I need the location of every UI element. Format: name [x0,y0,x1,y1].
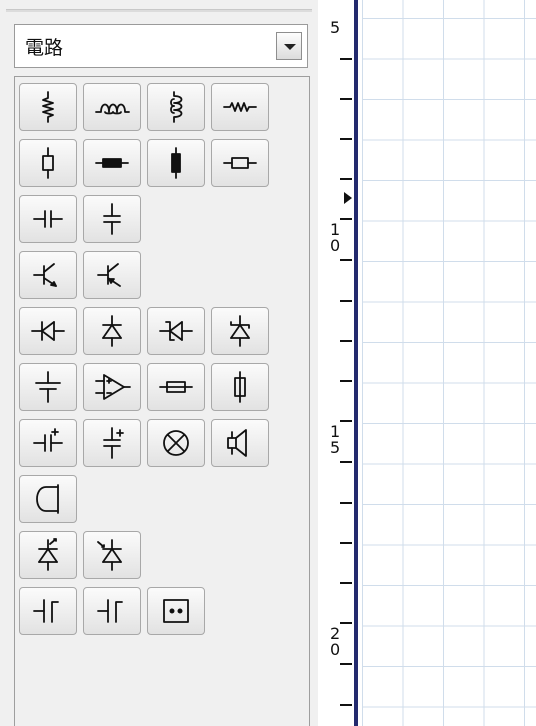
fuse-vertical-icon[interactable] [211,363,269,411]
capacitor-vertical-icon[interactable] [83,195,141,243]
symbol-grid [14,76,310,726]
ruler-label-20-digit-2: 0 [330,640,341,659]
ruler-tick [340,502,352,504]
ruler-label-15-digit-2: 5 [330,438,341,457]
ruler-tick [340,98,352,100]
symbol-palette-panel: 電路 [0,0,318,726]
ruler-edge [354,0,358,726]
ruler-tick [340,340,352,342]
switch-horizontal-icon[interactable] [19,587,77,635]
ruler-tick [340,178,352,180]
diode-vertical-icon[interactable] [83,307,141,355]
ruler-tick [340,622,352,624]
ruler-tick [340,138,352,140]
resistor-filled-horizontal-icon[interactable] [83,139,141,187]
vertical-ruler: 5 1 0 1 5 2 0 [318,0,358,726]
ruler-tick [340,461,352,463]
lamp-icon[interactable] [147,419,205,467]
resistor-box-horizontal-icon[interactable] [211,139,269,187]
transistor-npn-icon[interactable] [19,251,77,299]
category-select[interactable]: 電路 [14,24,308,68]
ruler-tick [340,704,352,706]
socket-icon[interactable] [147,587,205,635]
resistor-horizontal-zigzag-icon[interactable] [211,83,269,131]
ruler-label-10-digit-2: 0 [330,236,341,255]
ruler-tick [340,420,352,422]
ruler-tick [340,58,352,60]
speaker-icon[interactable] [211,419,269,467]
fuse-horizontal-icon[interactable] [147,363,205,411]
zener-diode-vertical-icon[interactable] [211,307,269,355]
polar-capacitor-vertical-icon[interactable] [83,419,141,467]
ruler-tick [340,380,352,382]
ruler-tick [340,300,352,302]
led-vertical-icon[interactable] [19,531,77,579]
capacitor-horizontal-icon[interactable] [19,195,77,243]
ruler-tick [340,259,352,261]
ruler-tick [340,542,352,544]
transistor-pnp-icon[interactable] [83,251,141,299]
ruler-tick [340,582,352,584]
zener-diode-horizontal-icon[interactable] [147,307,205,355]
canvas-grid [362,0,536,726]
ruler-position-marker-icon [344,192,352,204]
chevron-down-icon[interactable] [276,32,302,60]
resistor-box-vertical-icon[interactable] [19,139,77,187]
resistor-vertical-zigzag-icon[interactable] [19,83,77,131]
ruler-tick [340,218,352,220]
diode-horizontal-icon[interactable] [19,307,77,355]
drawing-canvas[interactable]: 5 1 0 1 5 2 0 [318,0,536,726]
op-amp-icon[interactable] [83,363,141,411]
panel-divider [6,9,312,12]
polar-capacitor-horizontal-icon[interactable] [19,419,77,467]
ground-icon[interactable] [19,363,77,411]
coil-loop-icon[interactable] [19,475,77,523]
resistor-filled-vertical-icon[interactable] [147,139,205,187]
inductor-vertical-icon[interactable] [147,83,205,131]
switch-horizontal-alt-icon[interactable] [83,587,141,635]
inductor-horizontal-icon[interactable] [83,83,141,131]
photodiode-vertical-icon[interactable] [83,531,141,579]
category-select-value: 電路 [25,37,64,59]
ruler-label-5: 5 [330,18,341,37]
ruler-tick [340,663,352,665]
